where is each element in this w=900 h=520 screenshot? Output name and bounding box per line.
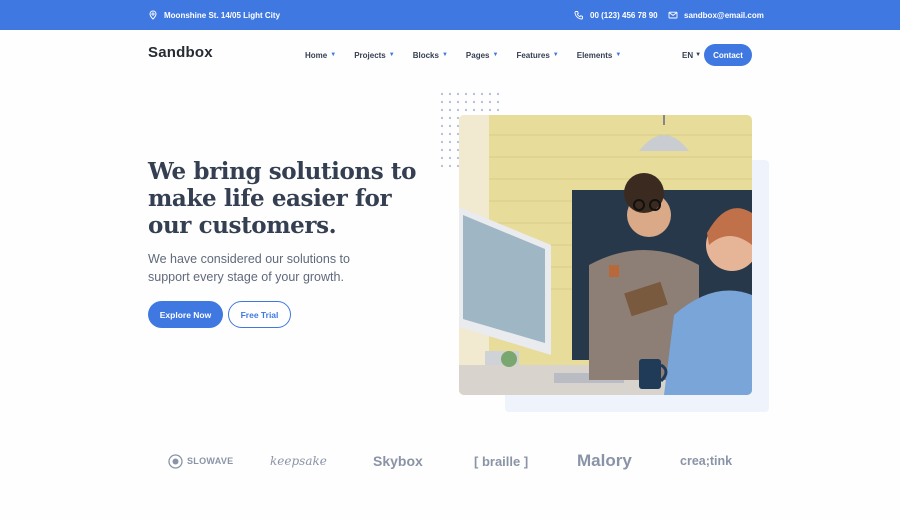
nav-item-label: Features bbox=[516, 50, 550, 60]
client-logos: SLOWAVE keepsake Skybox [ braille ] Malo… bbox=[0, 446, 900, 476]
main-nav: Home ▼ Projects ▼ Blocks ▼ Pages ▼ Features ▼… bbox=[305, 46, 621, 64]
client-logo-text: Malory bbox=[577, 451, 632, 470]
client-logo-skybox: Skybox bbox=[373, 446, 423, 476]
client-logo-text: [ braille ] bbox=[474, 453, 529, 469]
email-text[interactable]: sandbox@email.com bbox=[684, 11, 764, 20]
nav-item-projects[interactable]: Projects ▼ bbox=[354, 46, 395, 64]
client-logo-text: crea;tink bbox=[680, 454, 733, 468]
map-pin-icon bbox=[149, 10, 157, 20]
phone-text[interactable]: 00 (123) 456 78 90 bbox=[590, 11, 658, 20]
explore-now-button[interactable]: Explore Now bbox=[148, 301, 223, 328]
email-icon bbox=[668, 11, 678, 19]
client-logo-malory: Malory bbox=[577, 446, 632, 476]
chevron-down-icon: ▼ bbox=[615, 52, 622, 58]
top-bar: Moonshine St. 14/05 Light City 00 (123) … bbox=[0, 0, 900, 30]
client-logo-braille: [ braille ] bbox=[474, 446, 528, 476]
office-photo-illustration bbox=[459, 115, 752, 395]
nav-item-features[interactable]: Features ▼ bbox=[516, 46, 558, 64]
client-logo-text: SLOWAVE bbox=[187, 456, 234, 466]
client-logo-text: Skybox bbox=[373, 453, 423, 469]
nav-item-label: Blocks bbox=[412, 50, 439, 60]
hero-image bbox=[459, 115, 752, 395]
client-logo-creatink: crea;tink bbox=[680, 446, 732, 476]
language-selector[interactable]: EN ▼ bbox=[682, 46, 701, 64]
chevron-down-icon: ▼ bbox=[441, 52, 448, 58]
client-logo-keepsake: keepsake bbox=[270, 446, 327, 476]
chevron-down-icon: ▼ bbox=[330, 52, 337, 58]
email-item[interactable]: sandbox@email.com bbox=[668, 0, 764, 30]
phone-icon bbox=[574, 11, 583, 20]
client-logo-slowave: SLOWAVE bbox=[168, 446, 233, 476]
chevron-down-icon: ▼ bbox=[695, 52, 702, 58]
language-label: EN bbox=[682, 50, 694, 60]
slowave-icon bbox=[168, 453, 183, 469]
hero-title: We bring solutions to make life easier f… bbox=[148, 158, 417, 239]
nav-item-label: Elements bbox=[576, 50, 613, 60]
brand-logo[interactable]: Sandbox bbox=[148, 44, 213, 61]
chevron-down-icon: ▼ bbox=[492, 52, 499, 58]
address-text: Moonshine St. 14/05 Light City bbox=[164, 10, 281, 20]
nav-item-elements[interactable]: Elements ▼ bbox=[577, 46, 622, 64]
chevron-down-icon: ▼ bbox=[552, 52, 559, 58]
nav-item-pages[interactable]: Pages ▼ bbox=[466, 46, 499, 64]
nav-item-blocks[interactable]: Blocks ▼ bbox=[413, 46, 448, 64]
hero-subtitle: We have considered our solutions to supp… bbox=[148, 252, 350, 284]
contact-button[interactable]: Contact bbox=[704, 44, 752, 66]
nav-item-home[interactable]: Home ▼ bbox=[305, 46, 336, 64]
nav-item-label: Home bbox=[305, 50, 328, 60]
client-logo-text: keepsake bbox=[270, 454, 327, 468]
chevron-down-icon: ▼ bbox=[388, 52, 395, 58]
nav-item-label: Projects bbox=[354, 50, 386, 60]
free-trial-button[interactable]: Free Trial bbox=[228, 301, 291, 328]
phone-item[interactable]: 00 (123) 456 78 90 bbox=[574, 0, 658, 30]
nav-item-label: Pages bbox=[465, 50, 490, 60]
address-item: Moonshine St. 14/05 Light City bbox=[148, 0, 280, 30]
